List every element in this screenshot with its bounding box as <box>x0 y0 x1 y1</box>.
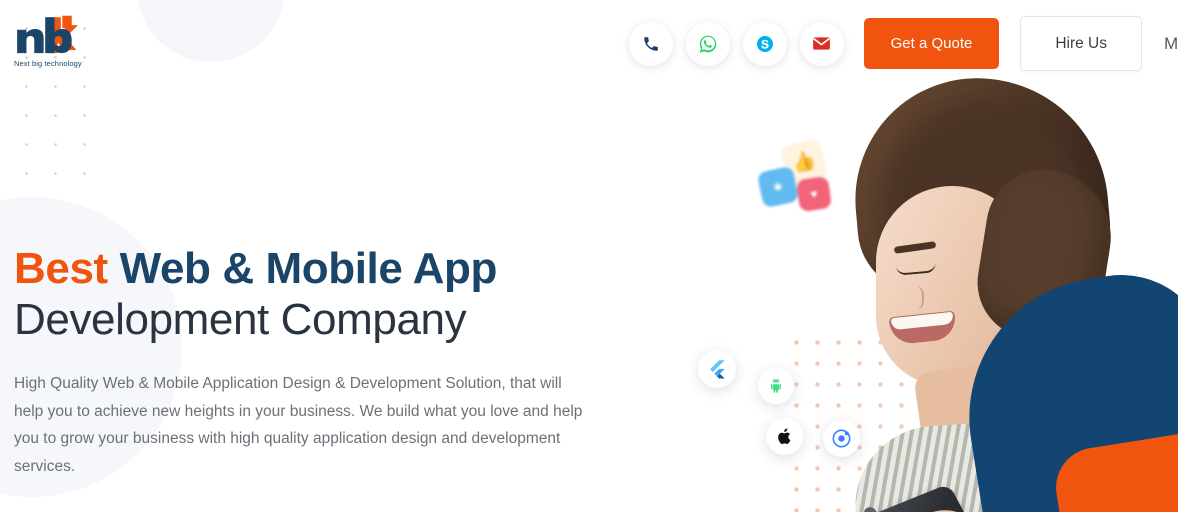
star-bubble: ✷ <box>756 165 800 209</box>
nav-menu-item-clipped[interactable]: M <box>1164 34 1178 54</box>
get-a-quote-button[interactable]: Get a Quote <box>863 18 1000 69</box>
hero-page: 👍 ✷ ♥ Next big technology Get a Quote Hi… <box>0 0 1178 512</box>
headline-secondary: Development Company <box>14 295 467 344</box>
hero-paragraph: High Quality Web & Mobile Application De… <box>14 375 583 475</box>
site-logo[interactable]: Next big technology <box>14 14 100 76</box>
apple-icon <box>777 428 790 445</box>
page-title: Best Web & Mobile App Development Compan… <box>14 243 614 345</box>
thumbs-up-icon: 👍 <box>789 149 819 176</box>
social-contact-row <box>628 21 844 66</box>
tech-badge-ionic[interactable] <box>823 420 860 457</box>
android-icon <box>771 378 781 393</box>
tech-badge-apple[interactable] <box>766 418 803 455</box>
hire-us-button[interactable]: Hire Us <box>1020 16 1142 71</box>
floating-reaction-bubbles: 👍 ✷ ♥ <box>756 137 842 216</box>
email-icon <box>813 37 831 50</box>
logo-tagline: Next big technology <box>14 59 82 68</box>
nbt-logo-icon <box>17 15 78 54</box>
heart-bubble: ♥ <box>795 175 833 213</box>
woman-photo-illustration <box>832 67 1138 512</box>
tech-badge-flutter[interactable] <box>698 350 736 388</box>
hero-copy-block: Best Web & Mobile App Development Compan… <box>14 243 614 480</box>
phone-icon <box>643 36 658 51</box>
star-icon: ✷ <box>770 177 786 196</box>
skype-icon <box>756 35 773 52</box>
social-button-email[interactable] <box>799 21 844 66</box>
headline-accent: Best <box>14 244 108 293</box>
social-button-whatsapp[interactable] <box>685 21 730 66</box>
social-button-skype[interactable] <box>742 21 787 66</box>
whatsapp-icon <box>699 35 716 53</box>
flutter-icon <box>709 359 725 378</box>
heart-icon: ♥ <box>809 186 819 202</box>
social-button-phone[interactable] <box>628 21 673 66</box>
site-header: Next big technology Get a Quote Hire Us … <box>0 0 1178 88</box>
ionic-icon <box>832 429 851 448</box>
header-actions: Get a Quote Hire Us M <box>628 16 1178 71</box>
tech-badge-android[interactable] <box>758 368 794 404</box>
headline-main: Web & Mobile App <box>119 244 498 293</box>
